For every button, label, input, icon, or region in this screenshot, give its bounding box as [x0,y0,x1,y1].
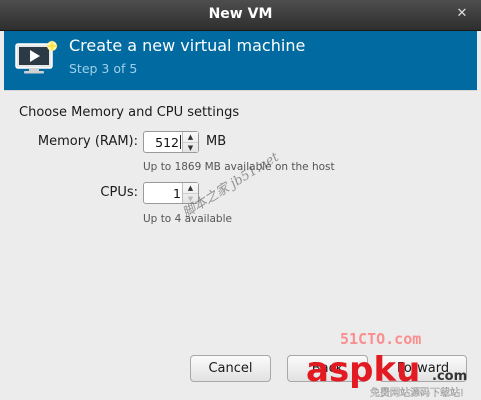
memory-label: Memory (RAM): [37,134,138,149]
memory-value: 512 [155,135,179,150]
cpus-increment-icon[interactable]: ▲ [183,183,198,193]
step-indicator: Step 3 of 5 [69,61,138,76]
aspku-logo-watermark: 51CTO.com aspku .com 免费网站源码下载站! [306,330,467,399]
monitor-sparkle-icon [15,40,58,74]
cancel-button[interactable]: Cancel [190,355,271,382]
memory-unit: MB [206,134,227,149]
site-watermark: 51CTO.com [340,330,421,348]
memory-increment-icon[interactable]: ▲ [183,132,198,142]
title-bar[interactable]: New VM ✕ [0,0,481,31]
memory-spin-arrows: ▲ ▼ [182,132,198,152]
window-title: New VM [208,6,273,22]
cpus-value: 1 [173,186,181,201]
cpus-label: CPUs: [100,185,138,200]
text-cursor [180,135,181,149]
logo-suffix: .com [432,369,467,384]
header-title: Create a new virtual machine [69,36,306,55]
new-vm-dialog: New VM ✕ Create a new virtual machine St… [0,0,481,400]
section-title: Choose Memory and CPU settings [19,105,240,120]
memory-decrement-icon[interactable]: ▼ [183,142,198,153]
wizard-header: Create a new virtual machine Step 3 of 5 [4,31,477,90]
memory-spinbutton[interactable]: 512 ▲ ▼ [143,131,199,153]
close-icon[interactable]: ✕ [453,5,471,23]
logo-word: aspku [306,350,420,390]
logo-tagline: 免费网站源码下载站! [370,386,464,399]
